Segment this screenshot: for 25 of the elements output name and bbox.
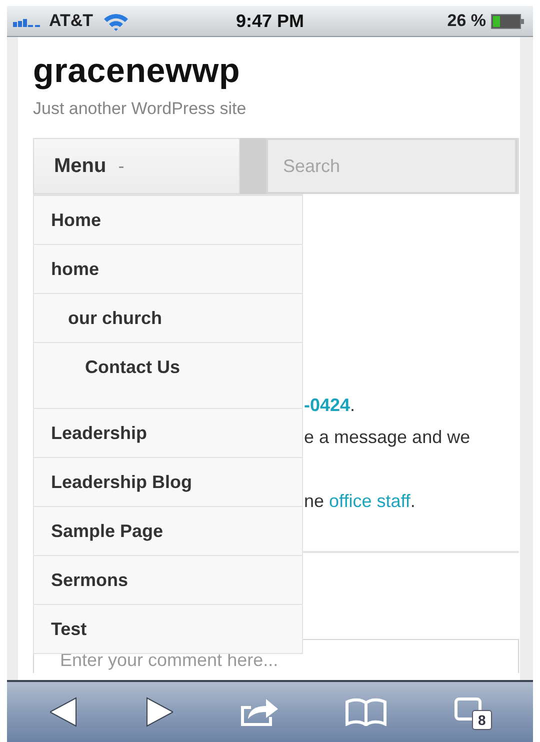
menu-item[interactable]: Contact Us <box>34 342 302 391</box>
body-text: ne office staff. <box>304 490 416 512</box>
body-text: e a message and we <box>304 426 472 448</box>
wifi-icon <box>103 12 130 30</box>
battery-icon <box>491 14 525 28</box>
forward-button[interactable] <box>144 697 173 727</box>
menu-item[interactable]: Leadership Blog <box>34 457 302 506</box>
menu-item[interactable]: Test <box>34 604 302 653</box>
menu-toggle[interactable]: Menu - <box>33 138 240 194</box>
site-title: gracenewwp <box>33 51 242 91</box>
menu-item[interactable]: home <box>34 244 302 293</box>
menu-item[interactable]: Sample Page <box>34 506 302 555</box>
battery-percent: 26 % <box>447 11 486 31</box>
site-tagline: Just another WordPress site <box>33 99 248 119</box>
share-button[interactable] <box>238 697 279 727</box>
period-text: . <box>350 395 356 415</box>
menu-item[interactable]: Home <box>34 195 302 244</box>
bookmarks-button[interactable] <box>345 698 388 726</box>
menu-item[interactable]: our church <box>34 293 302 342</box>
carrier-name: AT&T <box>49 11 94 31</box>
menu-item[interactable]: Sermons <box>34 555 302 604</box>
search-field[interactable]: Search <box>266 138 517 194</box>
menu-item[interactable]: Leadership <box>34 408 302 457</box>
clock-time: 9:47 PM <box>236 10 304 32</box>
back-button[interactable] <box>50 697 78 727</box>
